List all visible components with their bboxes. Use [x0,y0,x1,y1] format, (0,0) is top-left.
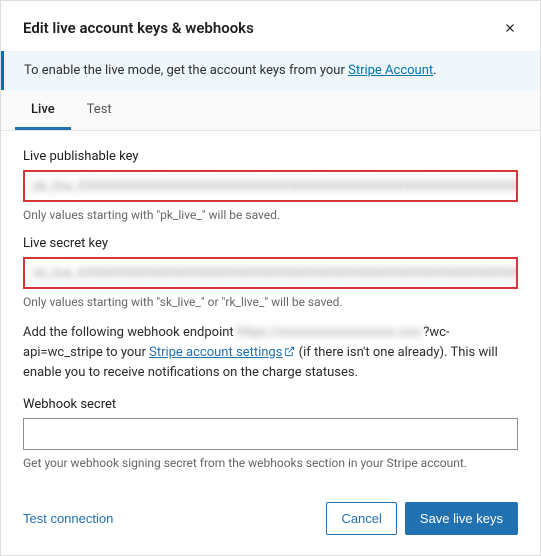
secret-key-input[interactable]: sk_live_XXXXXXXXXXXXXXXXXXXXXXXXXXXXXXXX… [23,257,518,289]
cancel-button[interactable]: Cancel [326,502,396,535]
field-publishable-key: Live publishable key pk_live_XXXXXXXXXXX… [23,149,518,222]
webhook-text-mid: to your [103,345,149,360]
secret-key-help: Only values starting with "sk_live_" or … [23,295,518,309]
secret-key-label: Live secret key [23,236,518,251]
publishable-key-input[interactable]: pk_live_XXXXXXXXXXXXXXXXXXXXXXXXXXXXXXXX… [23,170,518,202]
modal-body: Live publishable key pk_live_XXXXXXXXXXX… [1,131,540,486]
modal-header: Edit live account keys & webhooks [1,1,540,51]
modal-footer: Test connection Cancel Save live keys [1,486,540,555]
webhook-secret-help: Get your webhook signing secret from the… [23,456,518,470]
publishable-key-label: Live publishable key [23,149,518,164]
webhook-instruction: Add the following webhook endpoint https… [23,323,518,383]
notice-text-prefix: To enable the live mode, get the account… [24,63,348,78]
webhook-secret-input[interactable] [23,418,518,450]
tab-test[interactable]: Test [71,90,128,130]
stripe-settings-link-text: Stripe account settings [149,345,282,360]
webhook-text-prefix: Add the following webhook endpoint [23,325,237,340]
publishable-key-help: Only values starting with "pk_live_" wil… [23,208,518,222]
footer-actions: Cancel Save live keys [326,502,518,535]
webhook-secret-label: Webhook secret [23,397,518,412]
stripe-account-link[interactable]: Stripe Account [348,63,433,78]
tabs-container: Live Test [1,90,540,131]
external-link-icon [284,344,295,364]
modal-title: Edit live account keys & webhooks [23,19,254,37]
tab-live[interactable]: Live [15,90,71,130]
field-webhook-secret: Webhook secret Get your webhook signing … [23,397,518,470]
save-button[interactable]: Save live keys [405,502,518,535]
webhook-url-redacted: https://xxxxxxxxxxxxxxxxxx.xxx/ [237,325,423,340]
close-icon[interactable] [502,20,518,36]
stripe-settings-link[interactable]: Stripe account settings [149,345,295,360]
info-notice: To enable the live mode, get the account… [1,51,540,90]
test-connection-button[interactable]: Test connection [23,511,113,526]
notice-text-suffix: . [433,63,436,78]
field-secret-key: Live secret key sk_live_XXXXXXXXXXXXXXXX… [23,236,518,309]
